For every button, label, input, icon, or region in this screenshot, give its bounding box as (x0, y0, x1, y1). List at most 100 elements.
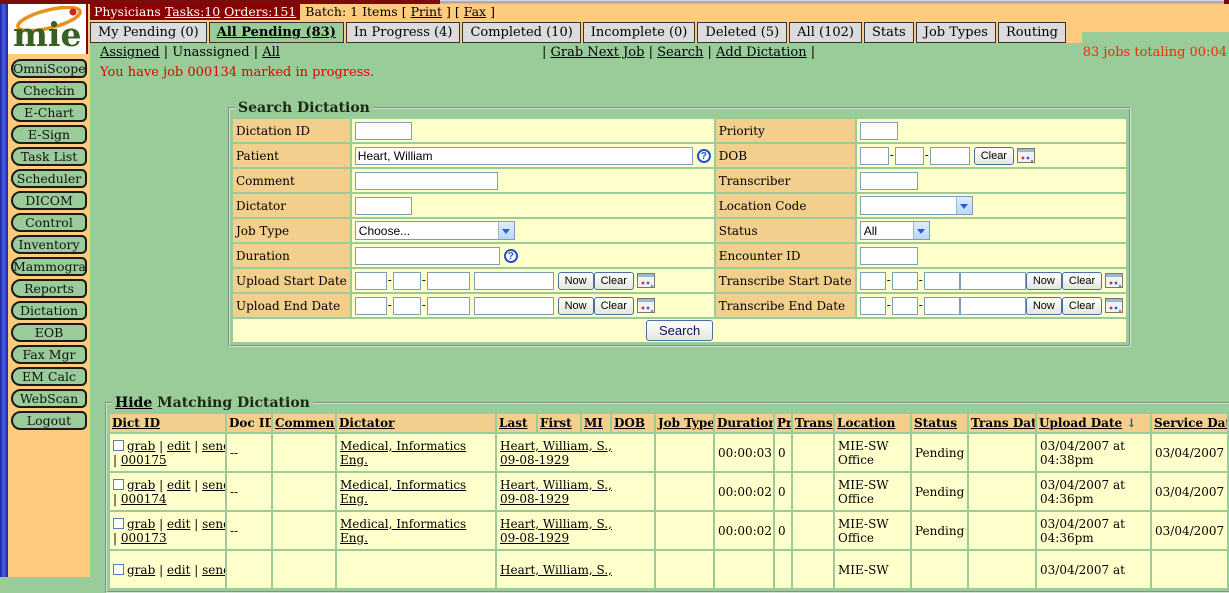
grab-link[interactable]: grab (127, 563, 155, 577)
sidebar-item-eob[interactable]: EOB (11, 323, 87, 342)
col-trans-link[interactable]: Trans (795, 416, 833, 430)
sidebar-item-emcalc[interactable]: EM Calc (11, 367, 87, 386)
transcribe-start-calendar-icon[interactable] (1105, 273, 1123, 288)
upload-start-day-input[interactable] (393, 272, 421, 290)
dict-id-link[interactable]: 000173 (121, 531, 167, 545)
patient-name-link[interactable]: Heart, William, S., (500, 517, 612, 531)
transcribe-end-year-input[interactable] (924, 297, 960, 315)
col-trans[interactable]: Trans (793, 414, 833, 432)
transcribe-end-now-button[interactable]: Now (1026, 297, 1062, 315)
transcribe-start-time-input[interactable] (960, 272, 1026, 290)
transcribe-end-month-input[interactable] (860, 297, 886, 315)
tab-all[interactable]: All (102) (789, 22, 862, 43)
tab-in-progress[interactable]: In Progress (4) (346, 22, 461, 43)
orders-link[interactable]: Orders:151 (224, 4, 296, 19)
col-dict-id[interactable]: Dict ID (110, 414, 225, 432)
priority-input[interactable] (860, 122, 898, 140)
col-pri[interactable]: Pri (775, 414, 791, 432)
tasks-link[interactable]: Tasks:10 (165, 4, 220, 19)
upload-end-day-input[interactable] (393, 297, 421, 315)
sidebar-item-tasklist[interactable]: Task List (11, 147, 87, 166)
print-link[interactable]: Print (411, 4, 442, 19)
upload-end-time-input[interactable] (474, 297, 554, 315)
col-comment-link[interactable]: Comment (275, 416, 335, 430)
patient-dob-link[interactable]: 09-08-1929 (500, 453, 569, 467)
patient-help-icon[interactable]: ? (697, 149, 711, 163)
location-code-select[interactable] (860, 196, 973, 215)
sidebar-item-omniscope[interactable]: OmniScope (11, 59, 87, 78)
col-service-date-link[interactable]: Service Date (1154, 416, 1227, 430)
dict-id-link[interactable]: 000174 (121, 492, 167, 506)
sidebar-item-logout[interactable]: Logout (11, 411, 87, 430)
add-dictation-link[interactable]: Add Dictation (716, 45, 807, 60)
transcribe-start-day-input[interactable] (892, 272, 918, 290)
col-pri-link[interactable]: Pri (777, 416, 791, 430)
upload-end-calendar-icon[interactable] (637, 298, 655, 313)
row-checkbox[interactable] (113, 440, 124, 451)
transcribe-start-year-input[interactable] (924, 272, 960, 290)
all-link[interactable]: All (262, 45, 280, 60)
sidebar-item-mammography[interactable]: Mammogra (11, 257, 87, 276)
tab-routing[interactable]: Routing (998, 22, 1066, 43)
col-mi-link[interactable]: MI (584, 416, 603, 430)
duration-input[interactable] (355, 247, 500, 265)
comment-input[interactable] (355, 172, 498, 190)
col-first-link[interactable]: First (540, 416, 572, 430)
col-dictator[interactable]: Dictator (337, 414, 495, 432)
dict-id-link[interactable]: 000175 (121, 453, 167, 467)
edit-link[interactable]: edit (167, 563, 190, 577)
col-upload-date[interactable]: Upload Date ↓ (1037, 414, 1150, 432)
col-last-link[interactable]: Last (499, 416, 528, 430)
sidebar-item-checkin[interactable]: Checkin (11, 81, 87, 100)
upload-start-clear-button[interactable]: Clear (594, 272, 634, 290)
col-job-type[interactable]: Job Type (656, 414, 713, 432)
col-dob-link[interactable]: DOB (614, 416, 645, 430)
sidebar-item-faxmgr[interactable]: Fax Mgr (11, 345, 87, 364)
sidebar-item-reports[interactable]: Reports (11, 279, 87, 298)
upload-end-year-input[interactable] (427, 297, 470, 315)
upload-end-month-input[interactable] (355, 297, 387, 315)
col-trans-date-link[interactable]: Trans Date (971, 416, 1035, 430)
col-location-link[interactable]: Location (837, 416, 895, 430)
dictator-link[interactable]: Medical, Informatics Eng. (340, 439, 466, 467)
dob-month-input[interactable] (860, 147, 889, 165)
unassigned-link[interactable]: Unassigned (172, 45, 249, 60)
col-dob[interactable]: DOB (612, 414, 654, 432)
dob-clear-button[interactable]: Clear (974, 147, 1014, 165)
edit-link[interactable]: edit (167, 517, 190, 531)
col-comment[interactable]: Comment (273, 414, 335, 432)
transcribe-start-clear-button[interactable]: Clear (1062, 272, 1102, 290)
sidebar-item-echart[interactable]: E-Chart (11, 103, 87, 122)
transcribe-start-now-button[interactable]: Now (1026, 272, 1062, 290)
encounter-id-input[interactable] (860, 247, 918, 265)
search-button[interactable]: Search (646, 320, 713, 341)
sidebar-item-webscan[interactable]: WebScan (11, 389, 87, 408)
sidebar-item-dictation[interactable]: Dictation (11, 301, 87, 320)
send-link[interactable]: send (202, 478, 225, 492)
patient-dob-link[interactable]: 09-08-1929 (500, 492, 569, 506)
col-status-link[interactable]: Status (914, 416, 957, 430)
grab-link[interactable]: grab (127, 439, 155, 453)
dob-calendar-icon[interactable] (1017, 148, 1035, 163)
duration-help-icon[interactable]: ? (504, 249, 518, 263)
dictator-link[interactable]: Medical, Informatics Eng. (340, 517, 466, 545)
transcribe-end-time-input[interactable] (960, 297, 1026, 315)
tab-my-pending[interactable]: My Pending (0) (90, 22, 207, 43)
upload-end-clear-button[interactable]: Clear (594, 297, 634, 315)
col-dict-id-link[interactable]: Dict ID (112, 416, 160, 430)
upload-start-calendar-icon[interactable] (637, 273, 655, 288)
fax-link[interactable]: Fax (464, 4, 486, 19)
patient-name-link[interactable]: Heart, William, S., (500, 563, 612, 577)
grab-link[interactable]: grab (127, 517, 155, 531)
sort-descending-icon[interactable]: ↓ (1126, 416, 1136, 430)
dictator-link[interactable]: Medical, Informatics Eng. (340, 478, 466, 506)
sidebar-item-inventory[interactable]: Inventory (11, 235, 87, 254)
upload-start-time-input[interactable] (474, 272, 554, 290)
tab-completed[interactable]: Completed (10) (462, 22, 580, 43)
grab-link[interactable]: grab (127, 478, 155, 492)
row-checkbox[interactable] (113, 564, 124, 575)
edit-link[interactable]: edit (167, 439, 190, 453)
row-checkbox[interactable] (113, 479, 124, 490)
upload-start-now-button[interactable]: Now (558, 272, 594, 290)
transcribe-start-month-input[interactable] (860, 272, 886, 290)
